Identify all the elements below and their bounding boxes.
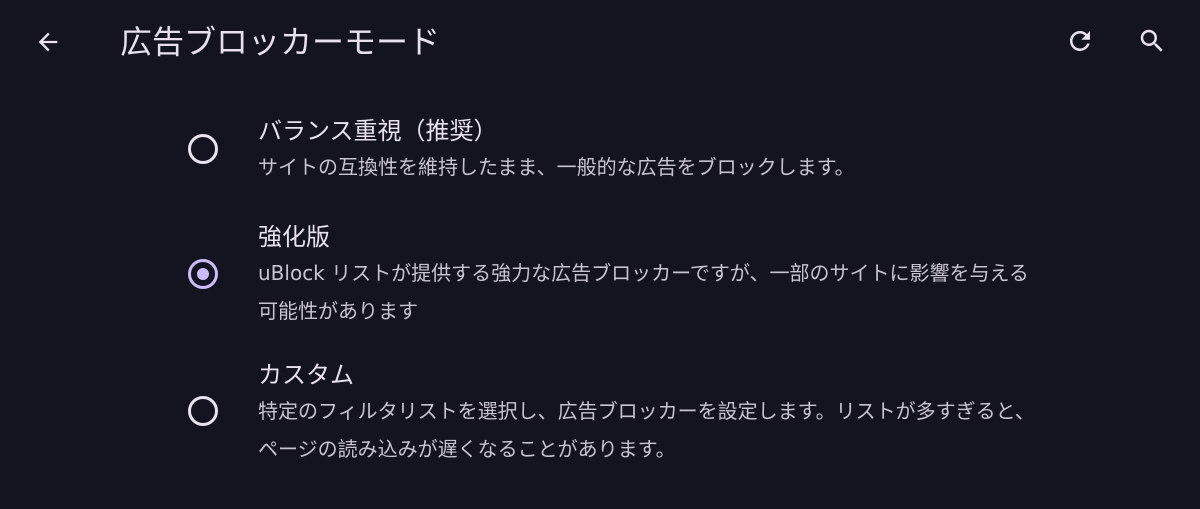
balanced-option-description: サイトの互換性を維持したまま、一般的な広告をブロックします。 [258, 155, 855, 179]
option-enhanced[interactable]: 強化版 uBlock リストが提供する強力な広告ブロッカーですが、一部のサイトに… [170, 218, 1050, 328]
custom-option-title: カスタム [258, 361, 354, 389]
option-balanced[interactable]: バランス重視（推奨） サイトの互換性を維持したまま、一般的な広告をブロックします… [170, 112, 1050, 192]
custom-radio-button[interactable] [188, 396, 218, 426]
enhanced-radio-button[interactable] [188, 259, 218, 289]
balanced-radio-button[interactable] [188, 134, 218, 164]
custom-option-description: 特定のフィルタリストを選択し、広告ブロッカーを設定します。リストが多すぎると、ペ… [258, 399, 1035, 461]
enhanced-option-description: uBlock リストが提供する強力な広告ブロッカーですが、一部のサイトに影響を与… [258, 261, 1029, 323]
ad-blocker-mode-options: バランス重視（推奨） サイトの互換性を維持したまま、一般的な広告をブロックします… [0, 0, 1200, 509]
enhanced-option-title: 強化版 [258, 223, 330, 251]
balanced-option-title: バランス重視（推奨） [258, 117, 498, 145]
radio-selected-dot [197, 268, 209, 280]
option-custom[interactable]: カスタム 特定のフィルタリストを選択し、広告ブロッカーを設定します。リストが多す… [170, 357, 1050, 467]
